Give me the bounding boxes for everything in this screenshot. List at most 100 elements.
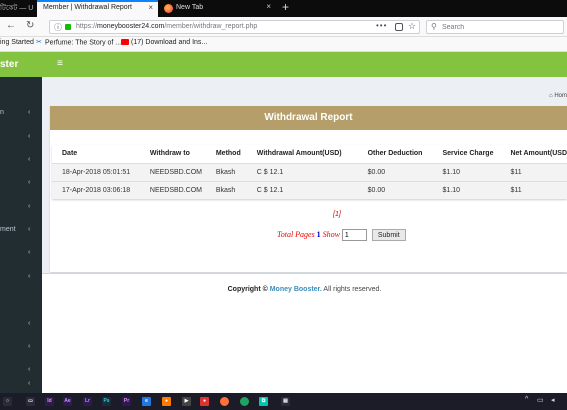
- col-net-amount: Net Amount(USD: [500, 145, 567, 163]
- reload-icon[interactable]: ↻: [26, 20, 34, 31]
- menu-toggle-icon[interactable]: ≡: [57, 58, 63, 69]
- browser-tab-strip: টিকেট — U Member | Withdrawal Report × N…: [0, 0, 567, 17]
- total-pages-label: Total Pages: [277, 229, 315, 239]
- chevron-up-icon[interactable]: ^: [525, 396, 528, 403]
- adobe-after-effects-icon[interactable]: Ae: [63, 397, 72, 406]
- submit-button[interactable]: Submit: [371, 229, 406, 241]
- sidebar-item-12[interactable]: ‹: [0, 380, 42, 392]
- tab-new-tab[interactable]: New Tab ×: [158, 0, 276, 17]
- breadcrumb: ⌂ Hom: [549, 93, 567, 99]
- col-date: Date: [52, 145, 140, 163]
- pocket-icon[interactable]: [395, 23, 403, 31]
- page-actions-icon[interactable]: •••: [376, 21, 387, 30]
- cell-other-deduction: $0.00: [357, 180, 433, 199]
- chrome-icon[interactable]: [240, 397, 249, 406]
- col-method: Method: [205, 145, 247, 163]
- cell-net-amount: $11: [500, 180, 567, 199]
- sidebar-item-8[interactable]: ‹: [0, 273, 42, 285]
- chevron-left-icon: ‹: [28, 226, 31, 233]
- copyright-text: Copyright © Money Booster. All rights re…: [227, 286, 382, 293]
- close-tab-icon[interactable]: ×: [266, 2, 271, 11]
- chevron-left-icon: ‹: [28, 156, 31, 163]
- sidebar-item-5[interactable]: ‹: [0, 203, 42, 215]
- adobe-premiere-icon[interactable]: Pr: [122, 397, 131, 406]
- editor-icon[interactable]: ⧉: [259, 397, 268, 406]
- chevron-left-icon: ‹: [28, 320, 31, 327]
- info-icon[interactable]: ⓘ: [54, 22, 62, 33]
- brand-logo-text[interactable]: ster: [0, 59, 18, 70]
- tab-new-tab-label: New Tab: [176, 4, 204, 11]
- lock-icon[interactable]: [65, 24, 71, 30]
- cell-service-charge: $1.10: [432, 162, 501, 181]
- bookmarks-bar: ing Started ✂ Perfume: The Story of ... (…: [0, 37, 567, 52]
- chevron-left-icon: ‹: [28, 380, 31, 387]
- withdrawal-table: Date Withdraw to Method Withdrawal Amoun…: [52, 145, 567, 199]
- show-page-input[interactable]: [341, 229, 367, 241]
- media-player-icon[interactable]: ▶: [182, 397, 191, 406]
- cell-service-charge: $1.10: [432, 180, 501, 199]
- tab-active-label: Member | Withdrawal Report: [43, 4, 132, 11]
- youtube-icon: [121, 39, 129, 46]
- cell-date: 17-Apr-2018 03:06:18: [52, 180, 140, 199]
- bookmark-getting-started[interactable]: ing Started: [0, 39, 34, 46]
- url-bar[interactable]: ⓘ https://moneybooster24.com/member/with…: [49, 20, 420, 34]
- adobe-photoshop-icon[interactable]: Ps: [102, 397, 111, 406]
- footer: Copyright © Money Booster. All rights re…: [42, 273, 567, 393]
- bookmark-perfume[interactable]: ✂ Perfume: The Story of ...: [36, 39, 121, 46]
- network-icon[interactable]: ▭: [537, 396, 544, 404]
- breadcrumb-home[interactable]: Hom: [554, 93, 567, 99]
- sidebar-item-3[interactable]: ‹: [0, 156, 42, 168]
- cell-method: Bkash: [205, 180, 247, 199]
- page-link[interactable]: [1]: [333, 211, 341, 218]
- sidebar-item-4[interactable]: ‹: [0, 179, 42, 191]
- cell-withdrawal-amount: C $ 12.1: [246, 180, 358, 199]
- adobe-lightroom-icon[interactable]: Lr: [83, 397, 92, 406]
- file-explorer-icon[interactable]: ▤: [281, 397, 290, 406]
- table-row: 18-Apr-2018 05:01:51 NEEDSBD.COM Bkash C…: [52, 162, 567, 181]
- withdrawal-report-card: Withdrawal Report Date Withdraw to Metho…: [50, 106, 567, 272]
- footer-brand-link[interactable]: Money Booster.: [270, 286, 322, 293]
- url-text[interactable]: https://moneybooster24.com/member/withdr…: [76, 23, 257, 30]
- bookmark-youtube[interactable]: (17) Download and Ins...: [121, 39, 207, 46]
- cell-withdrawal-amount: C $ 12.1: [246, 162, 358, 181]
- new-tab-plus-icon[interactable]: +: [282, 0, 289, 15]
- browser-icon[interactable]: e: [142, 397, 151, 406]
- col-service-charge: Service Charge: [432, 145, 501, 163]
- media-icon[interactable]: ●: [200, 397, 209, 406]
- cell-net-amount: $11: [500, 162, 567, 181]
- back-arrow-icon[interactable]: ←: [6, 20, 16, 31]
- adobe-indesign-icon[interactable]: Id: [45, 397, 54, 406]
- table-row: 17-Apr-2018 03:06:18 NEEDSBD.COM Bkash C…: [52, 180, 567, 199]
- search-input[interactable]: [442, 22, 557, 32]
- sidebar-item-9[interactable]: ‹: [0, 320, 42, 332]
- sidebar-item-10[interactable]: ‹: [0, 343, 42, 355]
- cell-method: Bkash: [205, 162, 247, 181]
- chevron-left-icon: ‹: [28, 179, 31, 186]
- cell-other-deduction: $0.00: [357, 162, 433, 181]
- browser-toolbar: ← ↻ ⓘ https://moneybooster24.com/member/…: [0, 17, 567, 37]
- volume-icon[interactable]: ◂: [551, 396, 555, 404]
- report-title: Withdrawal Report: [50, 106, 567, 130]
- sidebar-item-1[interactable]: n ‹: [0, 109, 42, 121]
- sidebar-item-7[interactable]: ‹: [0, 249, 42, 261]
- search-icon: ⚲: [431, 22, 437, 31]
- sidebar-item-2[interactable]: ‹: [0, 133, 42, 145]
- bookmark-favicon-icon: ✂: [36, 39, 42, 46]
- search-box[interactable]: ⚲: [426, 20, 564, 34]
- chevron-left-icon: ‹: [28, 343, 31, 350]
- bookmark-star-icon[interactable]: ☆: [408, 21, 416, 32]
- tab-member-withdrawal-report[interactable]: Member | Withdrawal Report ×: [37, 0, 158, 17]
- sidebar-item-6[interactable]: ment ‹: [0, 226, 42, 238]
- close-tab-icon[interactable]: ×: [148, 3, 153, 12]
- app-icon[interactable]: ●: [162, 397, 171, 406]
- sidebar: n ‹ ‹ ‹ ‹ ‹ ment ‹ ‹ ‹ ‹ ‹ ‹ ‹: [0, 77, 42, 393]
- home-icon[interactable]: ⌂: [549, 93, 553, 99]
- task-view-icon[interactable]: ▭: [26, 397, 35, 406]
- tab-previous[interactable]: টিকেট — U: [0, 0, 37, 17]
- search-icon[interactable]: ○: [3, 397, 12, 406]
- sidebar-item-11[interactable]: ‹: [0, 366, 42, 378]
- chevron-left-icon: ‹: [28, 109, 31, 116]
- firefox-icon: [164, 4, 173, 13]
- cell-date: 18-Apr-2018 05:01:51: [52, 162, 140, 181]
- firefox-icon[interactable]: [220, 397, 229, 406]
